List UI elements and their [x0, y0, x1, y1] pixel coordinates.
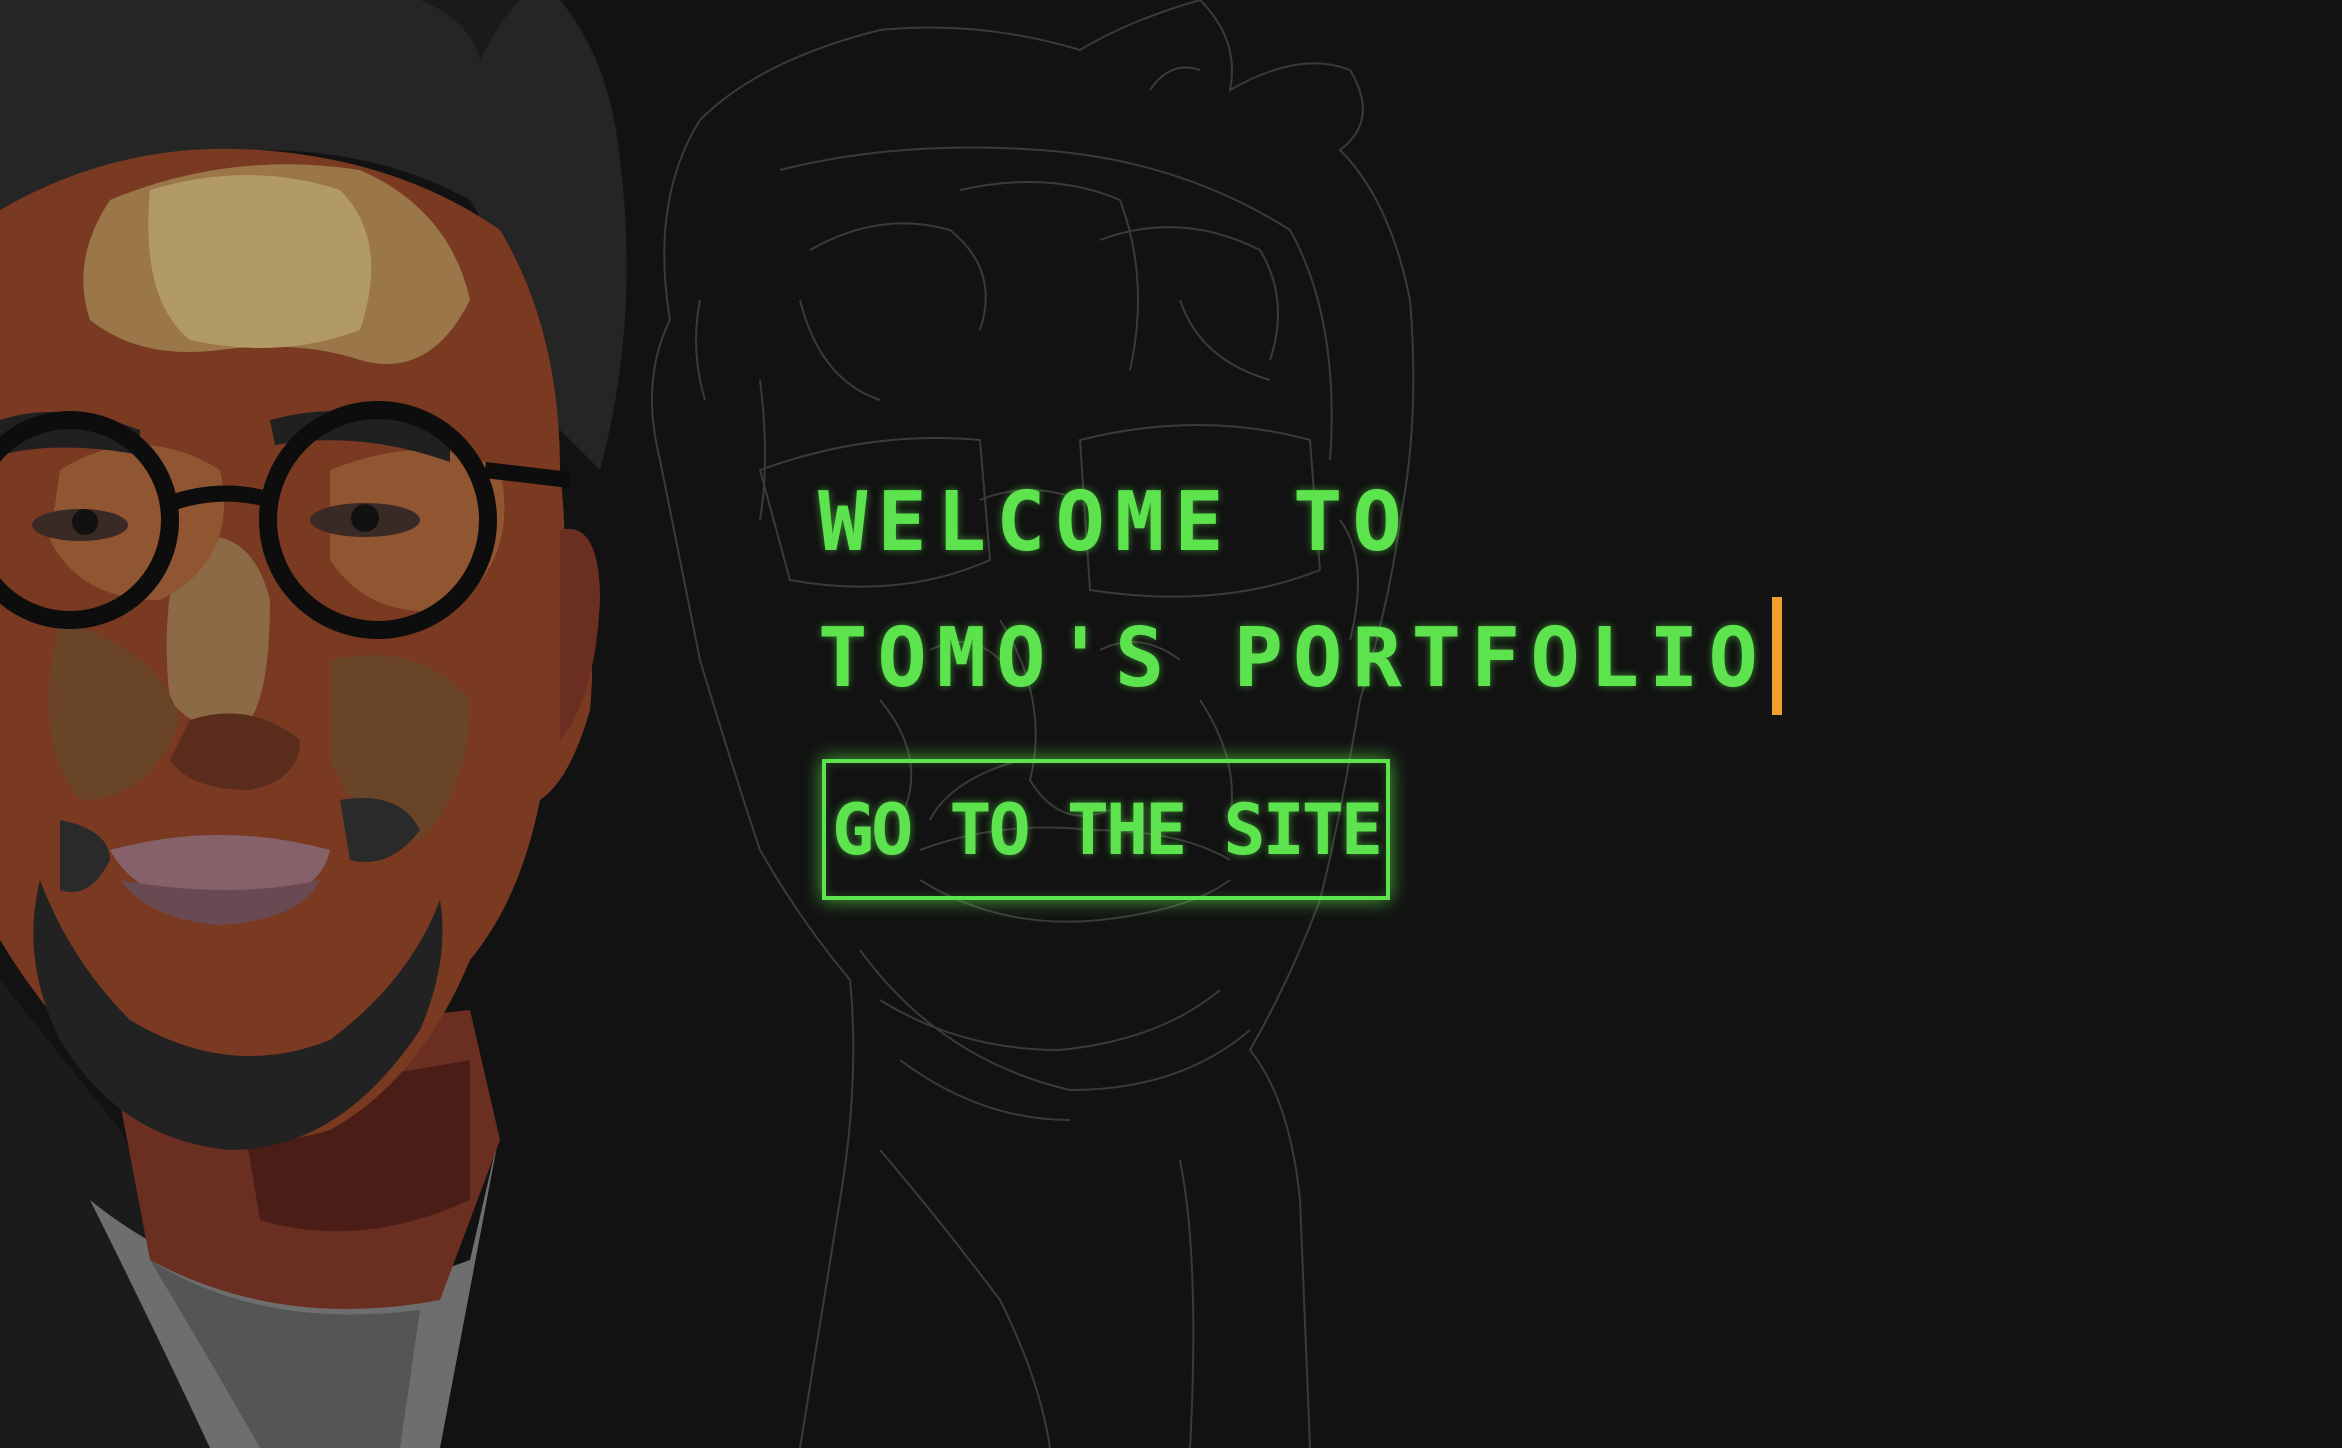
go-to-site-button[interactable]: GO TO THE SITE — [822, 759, 1390, 900]
hero-headline: WELCOME TO TOMO'S PORTFOLIO — [818, 455, 1782, 727]
headline-line-2-wrapper: TOMO'S PORTFOLIO — [818, 591, 1782, 727]
headline-line-2: TOMO'S PORTFOLIO — [818, 611, 1768, 706]
typing-cursor — [1771, 596, 1782, 715]
headline-line-1: WELCOME TO — [818, 475, 1412, 570]
landing-page: WELCOME TO TOMO'S PORTFOLIO GO TO THE SI… — [0, 0, 2342, 1448]
